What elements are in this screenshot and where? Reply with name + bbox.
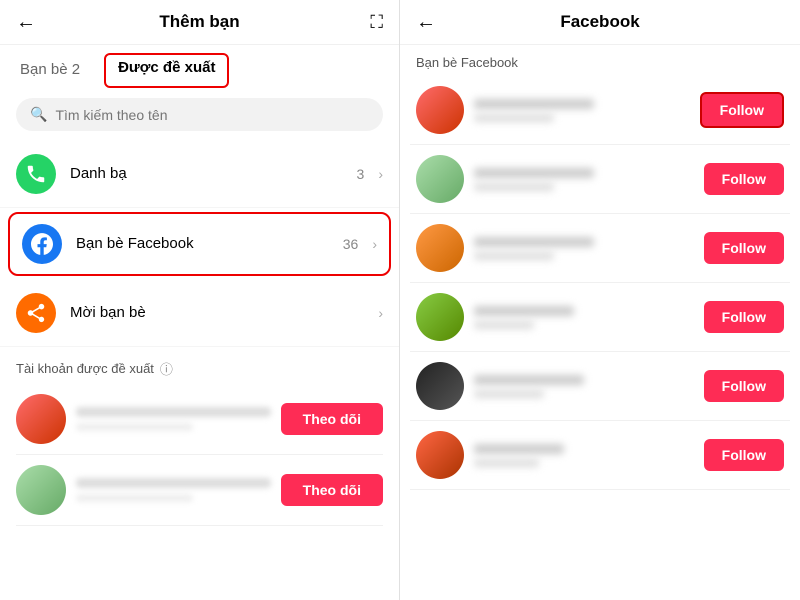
search-icon: 🔍	[30, 106, 47, 123]
tab-friends[interactable]: Bạn bè 2	[16, 53, 84, 88]
friend-info-1	[474, 99, 690, 122]
search-input[interactable]	[55, 107, 369, 123]
follow-button-friend-3[interactable]: Follow	[704, 232, 784, 264]
right-back-button[interactable]: ←	[416, 11, 436, 34]
invite-text: Mời bạn bè	[70, 304, 364, 322]
friend-info-3	[474, 237, 694, 260]
facebook-icon	[22, 224, 62, 264]
follow-button-friend-1[interactable]: Follow	[700, 92, 784, 128]
menu-list: Danh bạ 3 › Bạn bè Facebook 36 ›	[0, 141, 399, 347]
menu-item-contacts[interactable]: Danh bạ 3 ›	[0, 141, 399, 208]
left-back-button[interactable]: ←	[16, 11, 36, 34]
friend-item-3: Follow	[410, 214, 790, 283]
suggested-list: Theo dõi Theo dõi	[0, 384, 399, 526]
search-bar: 🔍	[16, 98, 383, 131]
suggested-section-title: Tài khoản được đề xuất ⓘ	[0, 347, 399, 384]
menu-item-facebook[interactable]: Bạn bè Facebook 36 ›	[8, 212, 391, 276]
friend-avatar-3	[416, 224, 464, 272]
left-header: ← Thêm bạn ⛶	[0, 0, 399, 45]
avatar-1	[16, 394, 66, 444]
friend-avatar-1	[416, 86, 464, 134]
friend-avatar-4	[416, 293, 464, 341]
friend-info-5	[474, 375, 694, 398]
phone-icon	[16, 154, 56, 194]
contacts-text: Danh bạ	[70, 165, 343, 183]
friend-item-1: Follow	[410, 76, 790, 145]
friend-avatar-6	[416, 431, 464, 479]
invite-chevron: ›	[378, 305, 383, 321]
follow-button-friend-5[interactable]: Follow	[704, 370, 784, 402]
facebook-text: Bạn bè Facebook	[76, 235, 329, 253]
friend-avatar-2	[416, 155, 464, 203]
contacts-count: 3	[357, 166, 365, 182]
right-panel: ← Facebook Bạn bè Facebook Follow Follow	[400, 0, 800, 600]
avatar-2	[16, 465, 66, 515]
suggested-name-1	[76, 407, 271, 431]
info-icon: ⓘ	[160, 359, 173, 378]
friend-info-2	[474, 168, 694, 191]
friend-item-4: Follow	[410, 283, 790, 352]
follow-button-friend-2[interactable]: Follow	[704, 163, 784, 195]
left-panel: ← Thêm bạn ⛶ Bạn bè 2 Được đề xuất 🔍 Dan…	[0, 0, 400, 600]
suggested-name-2	[76, 478, 271, 502]
contacts-chevron: ›	[378, 166, 383, 182]
suggested-item-2: Theo dõi	[16, 455, 383, 526]
tab-bar: Bạn bè 2 Được đề xuất	[0, 45, 399, 88]
follow-button-2[interactable]: Theo dõi	[281, 474, 383, 506]
follow-button-friend-4[interactable]: Follow	[704, 301, 784, 333]
follow-button-1[interactable]: Theo dõi	[281, 403, 383, 435]
left-title: Thêm bạn	[159, 12, 239, 32]
friend-item-5: Follow	[410, 352, 790, 421]
menu-item-invite[interactable]: Mời bạn bè ›	[0, 280, 399, 347]
suggested-item-1: Theo dõi	[16, 384, 383, 455]
facebook-label: Bạn bè Facebook	[76, 235, 194, 252]
facebook-chevron: ›	[372, 236, 377, 252]
friend-item-6: Follow	[410, 421, 790, 490]
invite-label: Mời bạn bè	[70, 304, 146, 321]
facebook-friends-title: Bạn bè Facebook	[400, 45, 800, 76]
friend-list: Follow Follow Follow Follow	[400, 76, 800, 600]
right-header: ← Facebook	[400, 0, 800, 45]
friend-info-6	[474, 444, 694, 467]
friend-info-4	[474, 306, 694, 329]
expand-button[interactable]: ⛶	[370, 12, 383, 33]
facebook-count: 36	[343, 236, 359, 252]
tab-suggested[interactable]: Được đề xuất	[104, 53, 229, 88]
friend-item-2: Follow	[410, 145, 790, 214]
right-title: Facebook	[560, 12, 639, 32]
share-icon	[16, 293, 56, 333]
contacts-label: Danh bạ	[70, 165, 127, 182]
follow-button-friend-6[interactable]: Follow	[704, 439, 784, 471]
friend-avatar-5	[416, 362, 464, 410]
